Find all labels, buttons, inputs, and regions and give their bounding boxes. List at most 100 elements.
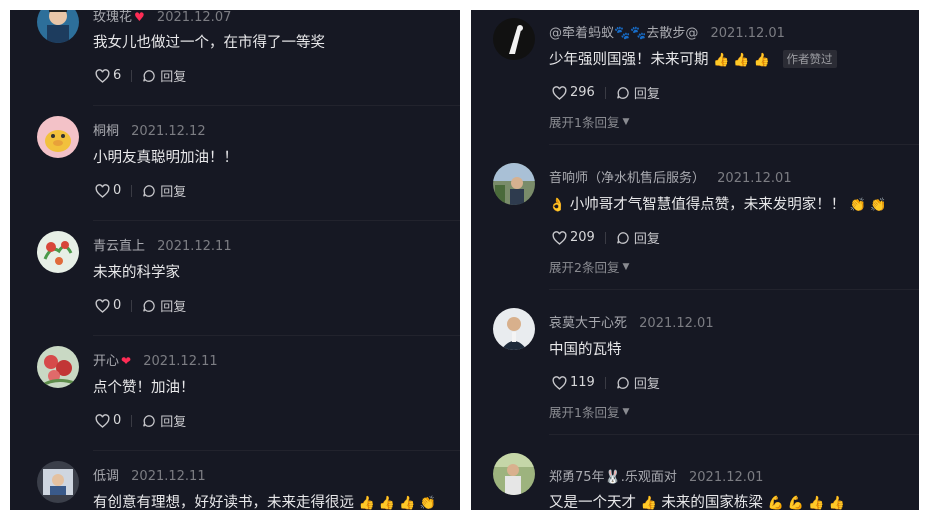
like-button[interactable]: 0 [95,183,121,198]
comment-text-body-2: 未来的国家栋梁 [661,495,763,510]
reply-button[interactable]: 回复 [616,83,660,102]
comment-text: 少年强则国强！未来可期 👍 👍 👍 作者赞过 [549,48,837,69]
comment-item: 低调 2021.12.11 有创意有理想，好好读书，未来走得很远 👍 👍 👍 👏 [10,460,460,510]
avatar[interactable] [493,308,535,350]
comment-divider [93,220,460,221]
username[interactable]: 郑勇75年🐰.乐观面对 [549,470,677,485]
avatar[interactable] [493,18,535,60]
like-button[interactable]: 296 [552,85,595,100]
comment-actions: 296 回复 [552,83,660,102]
expand-replies-label: 展开1条回复 [549,115,620,130]
comment-text: 有创意有理想，好好读书，未来走得很远 👍 👍 👍 👏 [93,491,436,510]
like-button[interactable]: 6 [95,68,121,83]
comment-item: 哀莫大于心死 2021.12.01 中国的瓦特 119 回复 展开1条回复 ▼ [471,300,919,445]
reply-label: 回复 [160,300,187,315]
username[interactable]: 音响师（净水机售后服务） [549,171,705,186]
comment-text-body: 少年强则国强！未来可期 [549,52,709,68]
reply-bubble-icon [143,184,155,197]
comment-meta: 桐桐 2021.12.12 [93,120,206,139]
comment-item: @牵着蚂蚁🐾🐾去散步@ 2021.12.01 少年强则国强！未来可期 👍 👍 👍… [471,10,919,150]
like-count: 296 [570,85,595,100]
comment-text: 👌 小帅哥才气智慧值得点赞，未来发明家！！ 👏 👏 [549,193,886,214]
comment-date: 2021.12.01 [689,470,764,485]
comment-meta: 青云直上 2021.12.11 [93,235,232,254]
heart-outline-icon [552,85,567,100]
expand-replies-button[interactable]: 展开1条回复 ▼ [549,402,629,421]
like-button[interactable]: 119 [552,375,595,390]
heart-outline-icon [95,298,110,313]
avatar[interactable] [493,163,535,205]
username[interactable]: 哀莫大于心死 [549,316,627,331]
avatar[interactable] [493,453,535,495]
heart-emoji-icon: ♥ [134,10,145,24]
ok-hand-emoji-icon: 👌 [549,198,566,213]
like-button[interactable]: 0 [95,413,121,428]
like-count: 119 [570,375,595,390]
reply-bubble-icon [616,86,629,99]
action-divider [131,414,133,427]
comment-meta: 低调 2021.12.11 [93,465,206,484]
comment-text: 小明友真聪明加油！！ [93,150,238,166]
comment-item: 玫瑰花 ♥ 2021.12.07 我女儿也做过一个，在市得了一等奖 6 回复 [10,10,460,110]
comment-meta: 音响师（净水机售后服务） 2021.12.01 [549,167,792,186]
comment-divider [93,105,460,106]
avatar[interactable] [37,461,79,503]
like-count: 209 [570,230,595,245]
author-liked-badge: 作者赞过 [782,50,837,68]
comment-meta: @牵着蚂蚁🐾🐾去散步@ 2021.12.01 [549,22,785,41]
like-button[interactable]: 0 [95,298,121,313]
caret-down-icon: ▼ [622,116,630,127]
comment-divider [549,434,919,435]
heart-outline-icon [95,183,110,198]
avatar[interactable] [37,346,79,388]
comment-actions: 6 回复 [95,66,186,85]
username[interactable]: 开心 [93,354,119,369]
reply-button[interactable]: 回复 [142,66,186,85]
avatar[interactable] [37,116,79,158]
comment-divider [549,289,919,290]
username[interactable]: @牵着蚂蚁🐾🐾去散步@ [549,26,698,41]
reply-label: 回复 [160,415,187,430]
expand-replies-button[interactable]: 展开1条回复 ▼ [549,112,629,131]
comment-item: 郑勇75年🐰.乐观面对 2021.12.01 又是一个天才 👍 未来的国家栋梁 … [471,445,919,510]
comment-text-body: 有创意有理想，好好读书，未来走得很远 [93,495,354,510]
reply-button[interactable]: 回复 [616,228,660,247]
comment-text: 点个赞！加油！ [93,380,195,396]
heart-outline-icon [95,68,110,83]
action-divider [604,231,606,244]
heart-outline-icon [552,230,567,245]
reply-bubble-icon [616,231,629,244]
thumbs-up-emoji-icon: 👍 👍 👍 [713,53,770,68]
comment-date: 2021.12.01 [639,316,714,331]
reply-button[interactable]: 回复 [616,373,660,392]
reply-button[interactable]: 回复 [142,411,186,430]
username[interactable]: 青云直上 [93,239,145,254]
reply-button[interactable]: 回复 [142,181,186,200]
heart-outline-icon [552,375,567,390]
reply-button[interactable]: 回复 [142,296,186,315]
like-count: 6 [113,68,122,83]
action-divider [131,184,133,197]
like-count: 0 [113,413,122,428]
username[interactable]: 玫瑰花 [93,10,132,25]
comment-date: 2021.12.01 [710,26,785,41]
comment-text-body: 小帅哥才气智慧值得点赞，未来发明家！！ [569,197,846,213]
caret-down-icon: ▼ [622,406,630,417]
comment-list-right[interactable]: @牵着蚂蚁🐾🐾去散步@ 2021.12.01 少年强则国强！未来可期 👍 👍 👍… [471,10,919,510]
comment-meta: 玫瑰花 ♥ 2021.12.07 [93,10,231,25]
comment-actions: 209 回复 [552,228,660,247]
avatar[interactable] [37,10,79,43]
comment-list-left[interactable]: 玫瑰花 ♥ 2021.12.07 我女儿也做过一个，在市得了一等奖 6 回复 桐桐… [10,10,460,510]
username[interactable]: 桐桐 [93,124,119,139]
expand-replies-label: 展开1条回复 [549,405,620,420]
reply-bubble-icon [143,299,155,312]
like-button[interactable]: 209 [552,230,595,245]
clapping-emoji-icon: 👏 👏 [849,198,887,213]
comment-divider [93,335,460,336]
reply-bubble-icon [143,69,155,82]
comment-text: 中国的瓦特 [549,342,622,358]
avatar[interactable] [37,231,79,273]
reply-bubble-icon [143,414,155,427]
username[interactable]: 低调 [93,469,119,484]
expand-replies-button[interactable]: 展开2条回复 ▼ [549,257,629,276]
